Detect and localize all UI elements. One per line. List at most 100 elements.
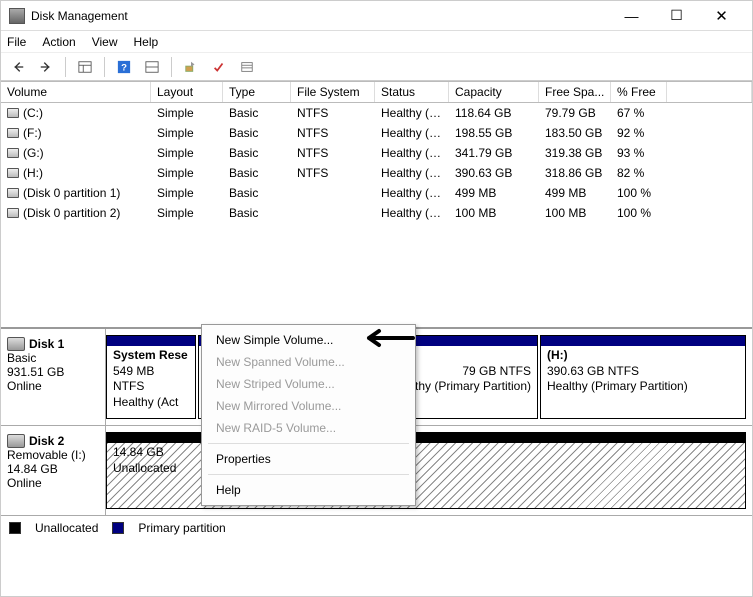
- partition-bar: [107, 336, 195, 346]
- vol-fs: NTFS: [291, 106, 375, 120]
- disk-name: Disk 2: [29, 434, 64, 448]
- menu-file[interactable]: File: [7, 35, 26, 49]
- menu-help[interactable]: Help: [134, 35, 159, 49]
- volume-list-header: Volume Layout Type File System Status Ca…: [1, 81, 752, 103]
- col-pct[interactable]: % Free: [611, 82, 667, 102]
- drive-icon: [7, 208, 19, 218]
- vol-free: 79.79 GB: [539, 106, 611, 120]
- disk-type: Removable (I:): [7, 448, 99, 462]
- window-buttons: — ☐ ✕: [609, 2, 744, 30]
- disk-1-row: Disk 1 Basic 931.51 GB Online System Res…: [1, 328, 752, 426]
- partition-h[interactable]: (H:) 390.63 GB NTFS Healthy (Primary Par…: [540, 335, 746, 419]
- legend: Unallocated Primary partition: [1, 516, 752, 540]
- check-icon[interactable]: [208, 56, 230, 78]
- disk-map: Disk 1 Basic 931.51 GB Online System Res…: [1, 327, 752, 540]
- forward-button[interactable]: [35, 56, 57, 78]
- volume-row[interactable]: (C:) Simple Basic NTFS Healthy (B... 118…: [1, 103, 752, 123]
- drive-icon: [7, 188, 19, 198]
- volume-row[interactable]: (Disk 0 partition 1) Simple Basic Health…: [1, 183, 752, 203]
- toolbar-separator: [171, 57, 172, 77]
- col-volume[interactable]: Volume: [1, 82, 151, 102]
- legend-primary: Primary partition: [138, 521, 225, 535]
- partition-system-reserved[interactable]: System Rese 549 MB NTFS Healthy (Act: [106, 335, 196, 419]
- vol-name: (H:): [23, 166, 43, 180]
- part-size: 14.84 GB: [113, 445, 164, 459]
- svg-text:?: ?: [121, 62, 127, 73]
- vol-name: (F:): [23, 126, 42, 140]
- menu-separator: [208, 474, 409, 475]
- disk-status: Online: [7, 379, 99, 393]
- partition-bar: [541, 336, 745, 346]
- part-size: 549 MB NTFS: [113, 364, 154, 394]
- vol-status: Healthy (B...: [375, 106, 449, 120]
- menu-new-striped-volume: New Striped Volume...: [202, 373, 415, 395]
- drive-icon: [7, 148, 19, 158]
- disk-size: 14.84 GB: [7, 462, 99, 476]
- title-bar: Disk Management — ☐ ✕: [1, 1, 752, 31]
- vol-cap: 118.64 GB: [449, 106, 539, 120]
- volume-row[interactable]: (F:) Simple Basic NTFS Healthy (P... 198…: [1, 123, 752, 143]
- drive-icon: [7, 168, 19, 178]
- list-icon[interactable]: [236, 56, 258, 78]
- view-button[interactable]: [141, 56, 163, 78]
- menu-properties[interactable]: Properties: [202, 448, 415, 470]
- menu-new-mirrored-volume: New Mirrored Volume...: [202, 395, 415, 417]
- show-panel-button[interactable]: [74, 56, 96, 78]
- col-fs[interactable]: File System: [291, 82, 375, 102]
- volume-list[interactable]: (C:) Simple Basic NTFS Healthy (B... 118…: [1, 103, 752, 222]
- toolbar: ?: [1, 53, 752, 81]
- col-status[interactable]: Status: [375, 82, 449, 102]
- vol-name: (G:): [23, 146, 44, 160]
- volume-row[interactable]: (H:) Simple Basic NTFS Healthy (P... 390…: [1, 163, 752, 183]
- part-label: (H:): [547, 348, 568, 362]
- menu-new-spanned-volume: New Spanned Volume...: [202, 351, 415, 373]
- part-status: lthy (Primary Partition): [412, 379, 531, 393]
- app-icon: [9, 8, 25, 24]
- drive-icon: [7, 128, 19, 138]
- legend-swatch-primary: [112, 522, 124, 534]
- back-button[interactable]: [7, 56, 29, 78]
- legend-swatch-unallocated: [9, 522, 21, 534]
- part-label: System Rese: [113, 348, 188, 362]
- toolbar-separator: [65, 57, 66, 77]
- toolbar-separator: [104, 57, 105, 77]
- part-size: 390.63 GB NTFS: [547, 364, 639, 378]
- col-capacity[interactable]: Capacity: [449, 82, 539, 102]
- disk-type: Basic: [7, 351, 99, 365]
- menu-action[interactable]: Action: [42, 35, 75, 49]
- menu-bar: File Action View Help: [1, 31, 752, 53]
- vol-pct: 67 %: [611, 106, 667, 120]
- disk-icon: [7, 434, 25, 448]
- vol-name: (Disk 0 partition 1): [23, 186, 120, 200]
- part-status: Healthy (Act: [113, 395, 178, 409]
- minimize-button[interactable]: —: [609, 2, 654, 30]
- maximize-button[interactable]: ☐: [654, 2, 699, 30]
- col-blank: [667, 82, 752, 102]
- disk-status: Online: [7, 476, 99, 490]
- menu-help[interactable]: Help: [202, 479, 415, 501]
- menu-separator: [208, 443, 409, 444]
- disk-1-label[interactable]: Disk 1 Basic 931.51 GB Online: [1, 329, 106, 425]
- part-status: Unallocated: [113, 461, 176, 475]
- action-icon[interactable]: [180, 56, 202, 78]
- help-icon[interactable]: ?: [113, 56, 135, 78]
- col-layout[interactable]: Layout: [151, 82, 223, 102]
- window-title: Disk Management: [31, 9, 609, 23]
- volume-row[interactable]: (Disk 0 partition 2) Simple Basic Health…: [1, 203, 752, 222]
- close-button[interactable]: ✕: [699, 2, 744, 30]
- part-size: 79 GB NTFS: [462, 364, 531, 378]
- col-type[interactable]: Type: [223, 82, 291, 102]
- disk-icon: [7, 337, 25, 351]
- menu-new-raid5-volume: New RAID-5 Volume...: [202, 417, 415, 439]
- disk-size: 931.51 GB: [7, 365, 99, 379]
- annotation-arrow-icon: [355, 327, 415, 352]
- vol-name: (C:): [23, 106, 43, 120]
- menu-view[interactable]: View: [92, 35, 118, 49]
- disk-name: Disk 1: [29, 337, 64, 351]
- disk-2-label[interactable]: Disk 2 Removable (I:) 14.84 GB Online: [1, 426, 106, 515]
- col-free[interactable]: Free Spa...: [539, 82, 611, 102]
- volume-row[interactable]: (G:) Simple Basic NTFS Healthy (P... 341…: [1, 143, 752, 163]
- part-status: Healthy (Primary Partition): [547, 379, 688, 393]
- vol-layout: Simple: [151, 106, 223, 120]
- vol-name: (Disk 0 partition 2): [23, 206, 120, 220]
